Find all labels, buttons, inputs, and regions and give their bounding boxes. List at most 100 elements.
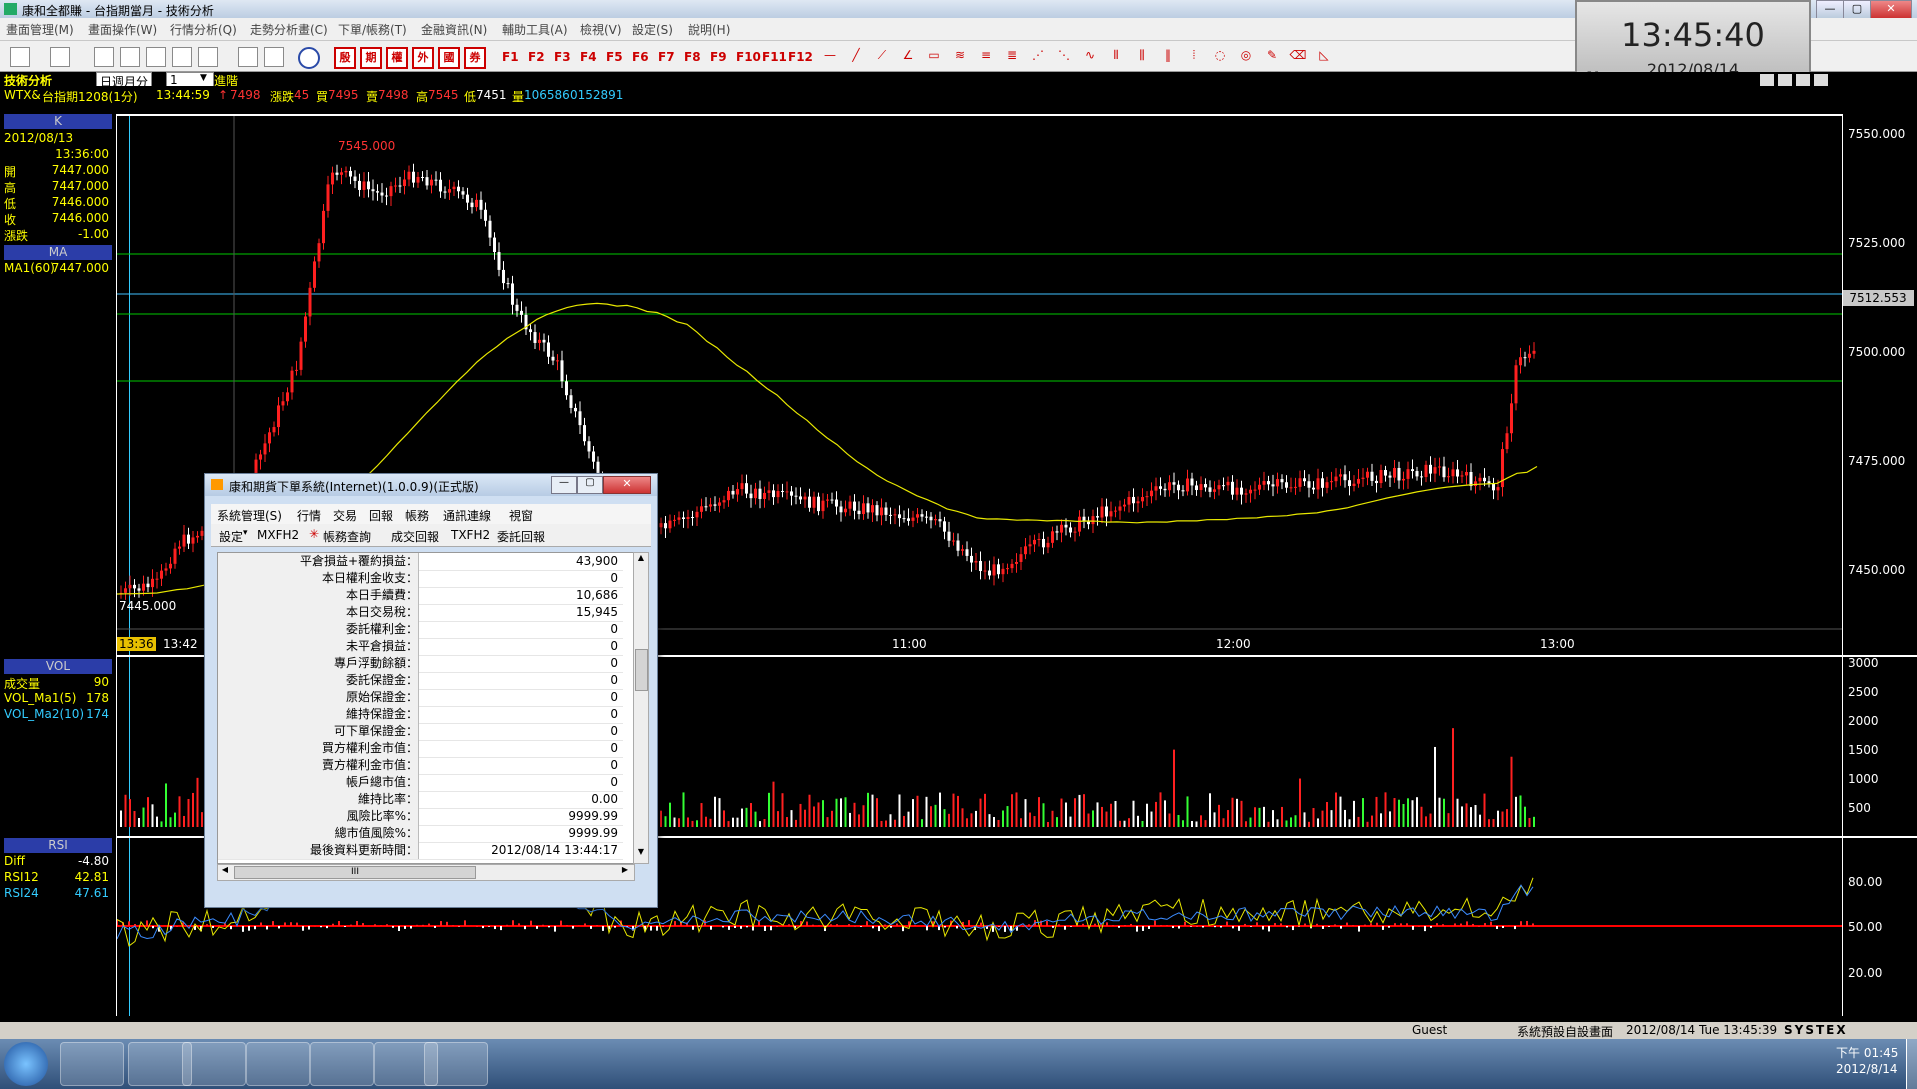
lightning-icon[interactable] [424,1042,488,1086]
print-icon[interactable] [238,47,258,67]
cycle3-icon[interactable]: ‖ [1158,48,1178,64]
system-tray[interactable] [1628,1053,1758,1073]
rect-tool-icon[interactable]: ▭ [924,48,944,64]
pane-restore-icon[interactable] [1796,74,1810,86]
vertical-icon[interactable]: ⦙ [1184,48,1204,64]
menu-item[interactable]: 輔助工具(A) [502,21,568,38]
window-icon[interactable] [264,47,284,67]
fib-tool-icon[interactable]: ≡ [976,48,996,64]
vol-header[interactable]: VOL [4,659,112,674]
futures-button[interactable]: 期 [360,47,382,69]
start-button[interactable] [4,1042,48,1086]
show-desktop-button[interactable] [1906,1039,1917,1089]
chevron-down-icon[interactable]: ▾ [243,528,248,538]
settings-button[interactable]: 設定 [219,528,243,545]
domestic-button[interactable]: 國 [438,47,460,69]
voucher-button[interactable]: 券 [464,47,486,69]
pane-minimize-icon[interactable] [1778,74,1792,86]
minimize-icon[interactable]: — [1816,0,1844,19]
trading-lightning-icon[interactable] [246,1042,310,1086]
f4-key[interactable]: F4 [580,50,597,64]
gann-icon[interactable]: ⋰ [1028,48,1048,64]
dialog-menu-item[interactable]: 帳務 [405,507,429,524]
dialog-menu-item[interactable]: 行情 [297,507,321,524]
scroll-down-icon[interactable]: ▼ [634,847,648,861]
rsi-header[interactable]: RSI [4,838,112,853]
dialog-menu-item[interactable]: 交易 [333,507,357,524]
f8-key[interactable]: F8 [684,50,701,64]
scroll-thumb[interactable] [635,649,648,691]
menu-item[interactable]: 設定(S) [632,21,673,38]
ray-line-icon[interactable]: ⟋ [872,48,892,64]
menu-item[interactable]: 畫面操作(W) [88,21,157,38]
f2-key[interactable]: F2 [528,50,545,64]
layout-icon[interactable] [10,47,30,67]
dialog-menu-item[interactable]: 回報 [369,507,393,524]
mxfh2-button[interactable]: MXFH2 [257,528,299,542]
wave-icon[interactable]: ∿ [1080,48,1100,64]
pane-zoom-icon[interactable] [1760,74,1774,86]
menu-item[interactable]: 下單/帳務(T) [338,21,407,38]
close-chart-icon[interactable] [146,47,166,67]
dialog-menu-item[interactable]: 視窗 [509,507,533,524]
stock-button[interactable]: 殷 [334,47,356,69]
save-icon[interactable] [50,47,70,67]
options-button[interactable]: 權 [386,47,408,69]
fan-icon[interactable]: ⋱ [1054,48,1074,64]
concord-icon[interactable] [310,1042,374,1086]
f7-key[interactable]: F7 [658,50,675,64]
scroll-right-icon[interactable]: ▶ [618,865,632,879]
account-query-button[interactable]: 帳務查詢 [323,528,371,545]
pen-icon[interactable]: ✎ [1262,48,1282,64]
concord-logo-icon[interactable] [298,47,320,69]
f12-key[interactable]: F12 [788,50,813,64]
dialog-maximize-icon[interactable]: ▢ [577,476,603,494]
f6-key[interactable]: F6 [632,50,649,64]
channel-tool-icon[interactable]: ≋ [950,48,970,64]
menu-item[interactable]: 走勢分析畫(C) [250,21,328,38]
f9-key[interactable]: F9 [710,50,727,64]
line-tool-icon[interactable]: — [820,48,840,64]
zoom-icon[interactable] [94,47,114,67]
menu-item[interactable]: 檢視(V) [580,21,622,38]
txfh2-button[interactable]: TXFH2 [451,528,490,542]
close-icon[interactable]: ✕ [1870,0,1912,19]
menu-item[interactable]: 金融資訊(N) [421,21,487,38]
chart-icon[interactable] [120,47,140,67]
horizontal-scrollbar[interactable]: ◀ III ▶ [217,864,635,881]
menu-item[interactable]: 畫面管理(M) [6,21,74,38]
arc-icon[interactable]: ◌ [1210,48,1230,64]
f11-key[interactable]: F11 [762,50,787,64]
fib-ext-icon[interactable]: ≣ [1002,48,1022,64]
measure-icon[interactable]: ◺ [1314,48,1334,64]
chevron-down-icon[interactable]: ▼ [200,73,207,83]
scroll-left-icon[interactable]: ◀ [218,865,232,879]
dialog-close-icon[interactable]: ✕ [603,476,651,494]
k-header[interactable]: K [4,114,112,129]
target-icon[interactable]: ◎ [1236,48,1256,64]
internet-explorer-icon[interactable] [182,1042,246,1086]
trend-line-icon[interactable]: ╱ [846,48,866,64]
dialog-title-bar[interactable]: 康和期貨下單系統(Internet)(1.0.0.9)(正式版) — ▢ ✕ [205,474,657,496]
f1-key[interactable]: F1 [502,50,519,64]
ma-header[interactable]: MA [4,245,112,260]
dialog-menu-item[interactable]: 通訊連線 [443,507,491,524]
scroll-up-icon[interactable]: ▲ [634,553,648,567]
menu-item[interactable]: 說明(H) [688,21,730,38]
maximize-icon[interactable]: ▢ [1843,0,1871,19]
pane-close-icon[interactable] [1814,74,1828,86]
order-report-button[interactable]: 委託回報 [497,528,545,545]
eraser-icon[interactable]: ⌫ [1288,48,1308,64]
fill-report-button[interactable]: 成交回報 [391,528,439,545]
cycle2-icon[interactable]: ⫼ [1132,48,1152,64]
f10-key[interactable]: F10 [736,50,761,64]
dialog-minimize-icon[interactable]: — [551,476,577,494]
vertical-scrollbar[interactable]: ▲ ▼ [633,552,649,864]
f3-key[interactable]: F3 [554,50,571,64]
menu-item[interactable]: 行情分析(Q) [170,21,237,38]
dialog-menu-item[interactable]: 系統管理(S) [217,507,282,524]
grid-icon[interactable] [172,47,192,67]
cycle-icon[interactable]: ⦀ [1106,48,1126,64]
angle-line-icon[interactable]: ∠ [898,48,918,64]
coin-icon[interactable] [198,47,218,67]
